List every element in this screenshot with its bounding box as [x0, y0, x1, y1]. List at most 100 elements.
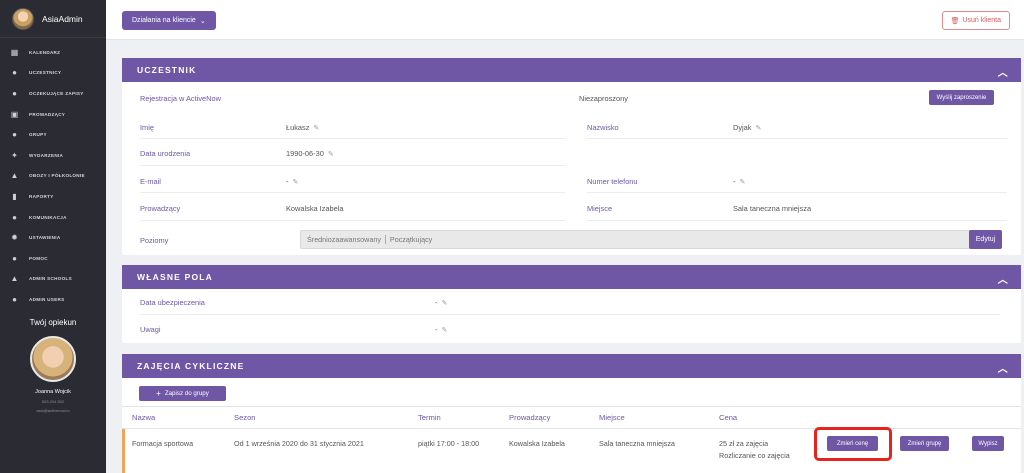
chevron-up-icon[interactable]: ︿ — [998, 360, 1009, 375]
email-label: E-mail — [140, 177, 161, 186]
column-header-season: Sezon — [234, 413, 256, 422]
send-invitation-button[interactable]: Wyślij zaproszenie — [929, 90, 994, 105]
sidebar-item-label: OCZEKUJĄCE ZAPISY — [29, 90, 84, 96]
chat-icon: ● — [12, 212, 17, 222]
sidebar-item-pomoc[interactable]: ● POMOC — [0, 248, 106, 269]
insurance-value[interactable]: - ✎ — [435, 298, 447, 307]
column-header-price: Cena — [719, 413, 738, 422]
edit-levels-button[interactable]: Edytuj — [969, 230, 1002, 249]
sidebar-item-wydarzenia[interactable]: ✦ WYDARZENIA — [0, 145, 106, 166]
phone-value[interactable]: - ✎ — [733, 177, 745, 186]
notes-text: - — [435, 325, 438, 334]
pencil-icon[interactable]: ✎ — [313, 125, 319, 132]
column-header-term: Termin — [418, 413, 441, 422]
change-group-button[interactable]: Zmień grupę — [900, 436, 949, 451]
pencil-icon[interactable]: ✎ — [739, 179, 745, 186]
birthdate-value[interactable]: 1990-06-30 ✎ — [286, 149, 334, 158]
class-billing: Rozliczanie co zajęcia — [719, 451, 790, 460]
sidebar-item-label: KOMUNIKACJA — [29, 214, 67, 220]
phone-label: Numer telefonu — [587, 177, 638, 186]
user-avatar[interactable] — [12, 7, 34, 30]
sidebar-item-label: UCZESTNICY — [29, 70, 62, 76]
sidebar-item-uczestnicy[interactable]: ● UCZESTNICY — [0, 63, 106, 84]
client-actions-label: Działania na kliencie — [132, 17, 196, 24]
column-header-name: Nazwa — [132, 413, 156, 422]
divider — [140, 192, 565, 193]
sidebar-item-label: OBOZY I PÓŁKOLONIE — [29, 173, 85, 179]
sidebar-item-label: ADMIN USERS — [29, 296, 65, 302]
custom-fields-header[interactable]: WŁASNE POLA ︿ — [122, 265, 1021, 289]
delete-client-button[interactable]: 🗑 Usuń klienta — [941, 11, 1010, 30]
sidebar-item-ustawienia[interactable]: ✹ USTAWIENIA — [0, 227, 106, 248]
pencil-icon[interactable]: ✎ — [441, 300, 447, 307]
brand[interactable]: AsiaAdmin — [0, 0, 106, 38]
guardian-phone: 503 204 502 — [41, 399, 65, 404]
participant-panel-header[interactable]: UCZESTNIK ︿ — [122, 58, 1021, 82]
divider — [122, 406, 1021, 407]
sidebar-item-obozy[interactable]: ▲ OBOZY I PÓŁKOLONIE — [0, 166, 106, 187]
last-name-text: Dyjak — [733, 123, 752, 132]
plus-icon: + — [156, 389, 161, 398]
sidebar-item-komunikacja[interactable]: ● KOMUNIKACJA — [0, 207, 106, 228]
sidebar-item-oczekujace-zapisy[interactable]: ● OCZEKUJĄCE ZAPISY — [0, 83, 106, 104]
level-tag: Początkujący — [384, 235, 432, 244]
last-name-value[interactable]: Dyjak ✎ — [733, 123, 761, 132]
user-icon: ● — [12, 68, 17, 78]
pencil-icon[interactable]: ✎ — [328, 151, 334, 158]
class-term: piątki 17:00 - 18:00 — [418, 439, 480, 448]
calendar-icon: ▦ — [10, 47, 19, 57]
sidebar: AsiaAdmin ▦ KALENDARZ ● UCZESTNICY ● OCZEKU… — [0, 0, 106, 473]
levels-field[interactable]: Średniozaawansowany Początkujący — [300, 230, 983, 249]
divider — [587, 138, 1007, 139]
custom-fields-title: WŁASNE POLA — [137, 272, 214, 282]
notes-value[interactable]: - ✎ — [435, 325, 447, 334]
registration-status: Niezaproszony — [579, 94, 628, 103]
insurance-text: - — [435, 298, 438, 307]
sidebar-item-label: ADMIN SCHOOLS — [29, 276, 72, 282]
sidebar-item-label: USTAWIENIA — [29, 235, 61, 241]
pencil-icon[interactable]: ✎ — [292, 179, 298, 186]
chevron-up-icon[interactable]: ︿ — [998, 271, 1009, 286]
client-actions-button[interactable]: Działania na kliencie ⌄ — [122, 11, 216, 30]
guardian-card: Twój opiekun Joanna Wojcik 503 204 502 a… — [0, 312, 106, 413]
participant-panel: UCZESTNIK ︿ Rejestracja w ActiveNow Niez… — [122, 58, 1021, 255]
pencil-icon[interactable]: ✎ — [441, 327, 447, 334]
recurring-classes-header[interactable]: ZAJĘCIA CYKLICZNE ︿ — [122, 354, 1021, 378]
chevron-up-icon[interactable]: ︿ — [998, 64, 1009, 79]
gear-icon: ✹ — [11, 233, 18, 243]
enroll-to-group-button[interactable]: + Zapisz do grupy — [139, 386, 226, 401]
trash-icon: 🗑 — [950, 17, 960, 25]
birthdate-text: 1990-06-30 — [286, 149, 324, 158]
sidebar-item-grupy[interactable]: ● GRUPY — [0, 124, 106, 145]
sidebar-item-raporty[interactable]: ▮ RAPORTY — [0, 186, 106, 207]
divider — [140, 138, 565, 139]
sidebar-item-kalendarz[interactable]: ▦ KALENDARZ — [0, 42, 106, 63]
participant-panel-title: UCZESTNIK — [137, 65, 197, 75]
email-value[interactable]: - ✎ — [286, 177, 298, 186]
camp-icon: ▲ — [10, 171, 19, 181]
sidebar-item-label: PROWADZĄCY — [29, 111, 66, 117]
level-tag: Średniozaawansowany — [307, 235, 381, 244]
pencil-icon[interactable]: ✎ — [755, 125, 761, 132]
sidebar-item-label: WYDARZENIA — [29, 152, 64, 158]
delete-client-label: Usuń klienta — [962, 17, 1001, 24]
phone-text: - — [733, 177, 736, 186]
row-status-bar — [122, 429, 125, 473]
sidebar-nav: ▦ KALENDARZ ● UCZESTNICY ● OCZEKUJĄCE ZAPIS… — [0, 42, 106, 310]
sidebar-item-admin-schools[interactable]: ▲ ADMIN SCHOOLS — [0, 269, 106, 290]
registration-label: Rejestracja w ActiveNow — [140, 94, 221, 103]
custom-fields-panel: WŁASNE POLA ︿ Data ubezpieczenia - ✎ Uwag… — [122, 265, 1021, 343]
class-price: 25 zł za zajęcia — [719, 439, 769, 448]
teacher-icon: ▣ — [10, 109, 19, 119]
sidebar-item-admin-users[interactable]: ● ADMIN USERS — [0, 289, 106, 310]
unenroll-button[interactable]: Wypisz — [972, 436, 1004, 451]
guardian-name: Joanna Wojcik — [35, 389, 71, 395]
sidebar-item-prowadzacy[interactable]: ▣ PROWADZĄCY — [0, 104, 106, 125]
divider — [587, 192, 1007, 193]
first-name-value[interactable]: Łukasz ✎ — [286, 123, 319, 132]
class-season: Od 1 września 2020 do 31 stycznia 2021 — [234, 439, 364, 448]
brand-name: AsiaAdmin — [42, 13, 83, 24]
group-icon: ● — [12, 130, 17, 140]
highlight-box — [814, 427, 892, 461]
levels-label: Poziomy — [140, 236, 169, 245]
